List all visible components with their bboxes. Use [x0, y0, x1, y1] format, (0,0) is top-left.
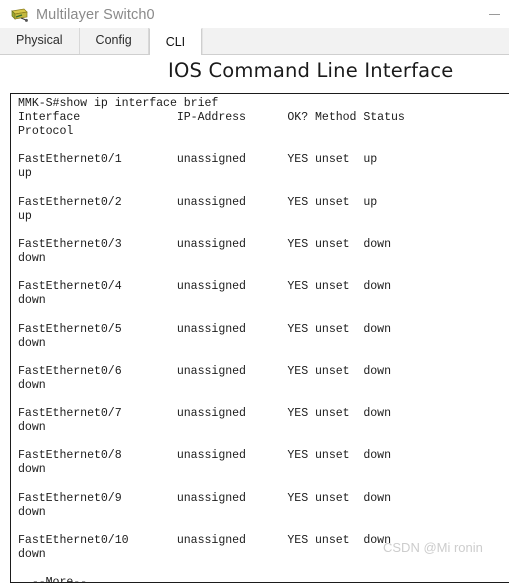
- terminal-line: FastEthernet0/6 unassigned YES unset dow…: [18, 364, 391, 378]
- terminal-line: MMK-S#show ip interface brief: [18, 97, 219, 110]
- terminal-line: FastEthernet0/8 unassigned YES unset dow…: [18, 449, 391, 463]
- cli-output[interactable]: MMK-S#show ip interface brief Interface I…: [18, 97, 509, 582]
- terminal-line: FastEthernet0/2 unassigned YES unset up: [18, 195, 378, 209]
- terminal-line: Interface IP-Address OK? Method Status: [18, 111, 405, 125]
- terminal-line: FastEthernet0/7 unassigned YES unset dow…: [18, 407, 391, 421]
- terminal-line: down: [18, 505, 46, 519]
- window-titlebar: Multilayer Switch0: [0, 0, 509, 29]
- terminal-line: --More--: [18, 576, 88, 583]
- terminal-line: Protocol: [18, 125, 74, 139]
- watermark: CSDN @Mi ronin: [383, 540, 483, 555]
- tab-bar-filler: [202, 28, 509, 54]
- tab-config[interactable]: Config: [79, 28, 149, 54]
- terminal-line: down: [18, 421, 46, 435]
- switch-device-icon: [9, 6, 29, 24]
- panel-header: IOS Command Line Interface: [0, 56, 509, 89]
- terminal-line: down: [18, 336, 46, 350]
- tab-physical[interactable]: Physical: [0, 28, 80, 54]
- terminal-line: FastEthernet0/1 unassigned YES unset up: [18, 153, 378, 167]
- tab-cli[interactable]: CLI: [148, 28, 203, 55]
- window-title: Multilayer Switch0: [36, 6, 155, 23]
- tab-bar: Physical Config CLI: [0, 28, 509, 55]
- terminal-line: down: [18, 252, 46, 266]
- terminal-line: up: [18, 209, 32, 223]
- terminal-line: down: [18, 378, 46, 392]
- minimize-button[interactable]: [479, 0, 509, 29]
- terminal-line: down: [18, 294, 46, 308]
- terminal-line: up: [18, 167, 32, 181]
- terminal-line: FastEthernet0/5 unassigned YES unset dow…: [18, 322, 391, 336]
- terminal-line: down: [18, 463, 46, 477]
- terminal-line: FastEthernet0/9 unassigned YES unset dow…: [18, 491, 391, 505]
- page-title: IOS Command Line Interface: [168, 59, 454, 82]
- window-controls: [479, 0, 509, 29]
- terminal-line: FastEthernet0/3 unassigned YES unset dow…: [18, 237, 391, 251]
- cli-terminal[interactable]: MMK-S#show ip interface brief Interface I…: [10, 93, 509, 583]
- terminal-line: FastEthernet0/4 unassigned YES unset dow…: [18, 280, 391, 294]
